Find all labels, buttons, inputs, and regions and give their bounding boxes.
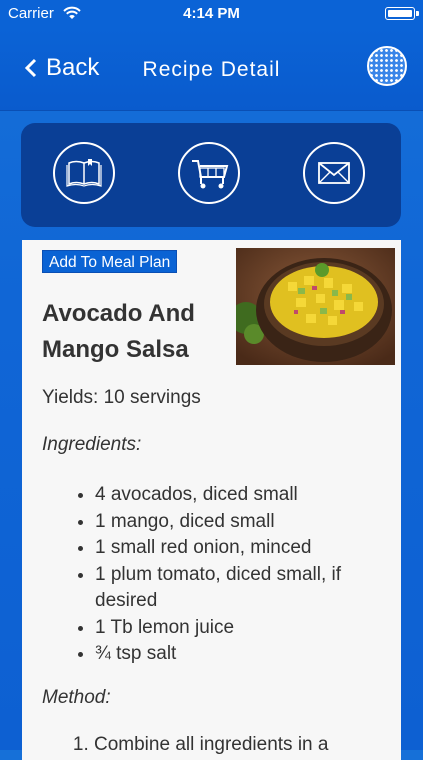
book-button[interactable] [53, 142, 115, 204]
ingredient-item: 1 Tb lemon juice [95, 615, 387, 642]
mail-button[interactable] [303, 142, 365, 204]
method-heading: Method: [42, 687, 111, 708]
mail-icon [318, 162, 350, 184]
recipe-title: Avocado And Mango Salsa [42, 300, 195, 363]
ingredient-item: 1 mango, diced small [95, 509, 387, 536]
page-title: Recipe Detail [142, 58, 281, 81]
shopping-cart-button[interactable] [178, 142, 240, 204]
yields-text: Yields: 10 servings [42, 387, 201, 408]
navigation-bar: Back Recipe Detail [0, 28, 423, 111]
shopping-cart-icon [192, 160, 229, 189]
recipe-photo [236, 248, 395, 365]
globe-icon[interactable] [367, 46, 407, 86]
battery-icon [385, 7, 419, 20]
ingredient-list: 4 avocados, diced small 1 mango, diced s… [42, 482, 387, 668]
ingredient-item: ¾ tsp salt [95, 641, 387, 668]
add-to-meal-plan-button[interactable]: Add To Meal Plan [42, 250, 178, 273]
status-bar: Carrier 4:14 PM [0, 0, 423, 28]
ingredient-item: 1 small red onion, minced [95, 535, 387, 562]
method-list: Combine all ingredients in a [42, 732, 387, 758]
ingredient-item: 4 avocados, diced small [95, 482, 387, 509]
recipe-card: Add To Meal Plan Avocado And Mango Salsa… [22, 240, 401, 760]
clock: 4:14 PM [183, 5, 240, 22]
ingredients-heading: Ingredients: [42, 434, 142, 455]
book-icon [66, 159, 102, 187]
action-panel [21, 123, 401, 227]
ingredient-item: 1 plum tomato, diced small, if desired [95, 562, 387, 615]
method-step: Combine all ingredients in a [94, 732, 387, 758]
